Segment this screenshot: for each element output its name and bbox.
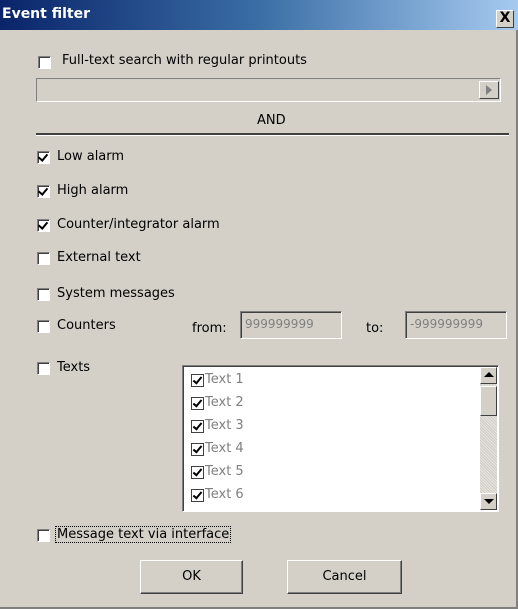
- list-item-label: Text 5: [205, 464, 244, 479]
- text-5-checkbox[interactable]: [191, 466, 204, 479]
- fulltext-arrow-button[interactable]: [479, 81, 499, 99]
- text-4-checkbox[interactable]: [191, 443, 204, 456]
- texts-listbox[interactable]: Text 1 Text 2 Text 3 Text 4 Text 5 Text …: [182, 365, 499, 512]
- scroll-down-button[interactable]: [480, 493, 497, 510]
- and-label: AND: [257, 113, 286, 128]
- vertical-scrollbar[interactable]: [480, 367, 497, 510]
- high-alarm-checkbox[interactable]: [37, 185, 50, 198]
- counters-from-label: from:: [192, 321, 227, 336]
- window-title: Event filter: [2, 6, 90, 22]
- list-item-label: Text 3: [205, 418, 244, 433]
- list-item-label: Text 4: [205, 441, 244, 456]
- counters-label: Counters: [57, 318, 116, 333]
- list-item-label: Text 2: [205, 395, 244, 410]
- high-alarm-label: High alarm: [57, 183, 129, 198]
- fulltext-label: Full-text search with regular printouts: [62, 53, 307, 68]
- texts-checkbox[interactable]: [37, 362, 50, 375]
- counters-to-input[interactable]: -999999999: [405, 311, 507, 339]
- text-1-checkbox[interactable]: [191, 374, 204, 387]
- text-6-checkbox[interactable]: [191, 489, 204, 502]
- text-3-checkbox[interactable]: [191, 420, 204, 433]
- texts-label: Texts: [57, 360, 91, 375]
- arrow-down-icon: [484, 499, 494, 504]
- low-alarm-checkbox[interactable]: [37, 151, 50, 164]
- counters-from-input[interactable]: 999999999: [240, 311, 342, 339]
- counters-checkbox[interactable]: [37, 320, 50, 333]
- cancel-button[interactable]: Cancel: [287, 560, 402, 594]
- ok-button[interactable]: OK: [140, 560, 243, 594]
- scroll-up-button[interactable]: [480, 367, 497, 384]
- separator-line: [36, 133, 509, 136]
- system-messages-checkbox[interactable]: [37, 288, 50, 301]
- title-bar: Event filter X: [0, 0, 518, 30]
- arrow-up-icon: [484, 372, 494, 377]
- fulltext-input[interactable]: [36, 78, 501, 102]
- fulltext-checkbox[interactable]: [38, 56, 51, 69]
- counter-integrator-alarm-checkbox[interactable]: [37, 219, 50, 232]
- text-2-checkbox[interactable]: [191, 397, 204, 410]
- list-item-label: Text 6: [205, 487, 244, 502]
- counter-integrator-alarm-label: Counter/integrator alarm: [57, 217, 220, 232]
- list-item-label: Text 1: [205, 372, 244, 387]
- system-messages-label: System messages: [57, 286, 175, 301]
- message-text-label: Message text via interface: [55, 526, 232, 543]
- external-text-label: External text: [57, 250, 141, 265]
- scroll-thumb[interactable]: [480, 386, 497, 416]
- close-button[interactable]: X: [496, 10, 514, 28]
- counters-to-label: to:: [366, 321, 384, 336]
- external-text-checkbox[interactable]: [37, 252, 50, 265]
- arrow-right-icon: [486, 85, 492, 95]
- message-text-checkbox[interactable]: [37, 529, 50, 542]
- low-alarm-label: Low alarm: [57, 149, 125, 164]
